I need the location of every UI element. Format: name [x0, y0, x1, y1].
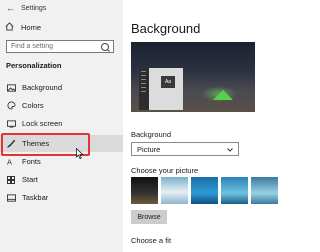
chevron-down-icon [227, 145, 233, 154]
choose-fit-label: Choose a fit [131, 236, 172, 245]
back-arrow-icon[interactable]: ← [6, 3, 15, 13]
home-icon [5, 21, 14, 33]
preview-window-sidebar [139, 68, 149, 110]
search-placeholder: Find a setting [11, 43, 54, 50]
taskbar-icon [6, 193, 16, 202]
monitor-icon [6, 119, 16, 128]
window-title-bar: ← Settings [6, 0, 46, 16]
picture-icon [6, 83, 16, 92]
home-link[interactable]: Home [5, 20, 41, 34]
picture-thumbnail[interactable] [161, 177, 188, 204]
picture-thumbnail[interactable] [191, 177, 218, 204]
search-input[interactable]: Find a setting [6, 40, 114, 53]
home-label: Home [21, 22, 42, 32]
sidebar-item-label: Start [22, 175, 38, 184]
sidebar-item-label: Background [22, 83, 63, 92]
background-select-value: Picture [137, 144, 161, 154]
preview-sample-text: Aa [161, 76, 175, 88]
page-title: Background [131, 21, 201, 36]
section-title: Personalization [6, 61, 62, 70]
browse-button[interactable]: Browse [131, 210, 167, 224]
font-icon: A [6, 158, 16, 166]
palette-icon [6, 101, 16, 110]
sidebar-item-background[interactable]: Background [0, 79, 123, 96]
sidebar-item-colors[interactable]: Colors [0, 97, 123, 114]
start-icon [6, 175, 16, 184]
svg-text:A: A [7, 158, 12, 166]
mouse-pointer-icon [76, 146, 84, 164]
background-select[interactable]: Picture [131, 142, 239, 156]
picture-thumbnail[interactable] [251, 177, 278, 204]
sidebar: ← Settings Home Find a setting Personali… [0, 0, 123, 252]
picture-thumbnail[interactable] [221, 177, 248, 204]
sidebar-item-taskbar[interactable]: Taskbar [0, 189, 123, 206]
sidebar-item-start[interactable]: Start [0, 171, 123, 188]
sidebar-item-label: Fonts [22, 157, 41, 166]
background-preview: Aa [131, 42, 255, 112]
preview-tent [213, 90, 233, 100]
main-pane: Background Aa Background Picture Choose … [123, 0, 300, 252]
search-icon[interactable] [101, 42, 109, 51]
sidebar-item-lock-screen[interactable]: Lock screen [0, 115, 123, 132]
preview-window: Aa [139, 68, 183, 110]
sidebar-item-label: Taskbar [22, 193, 49, 202]
picture-thumbnails [131, 177, 278, 204]
sidebar-item-label: Lock screen [22, 119, 63, 128]
window-title: Settings [21, 4, 47, 12]
picture-thumbnail[interactable] [131, 177, 158, 204]
background-label: Background [131, 130, 172, 139]
choose-picture-label: Choose your picture [131, 166, 199, 175]
sidebar-item-label: Colors [22, 101, 44, 110]
